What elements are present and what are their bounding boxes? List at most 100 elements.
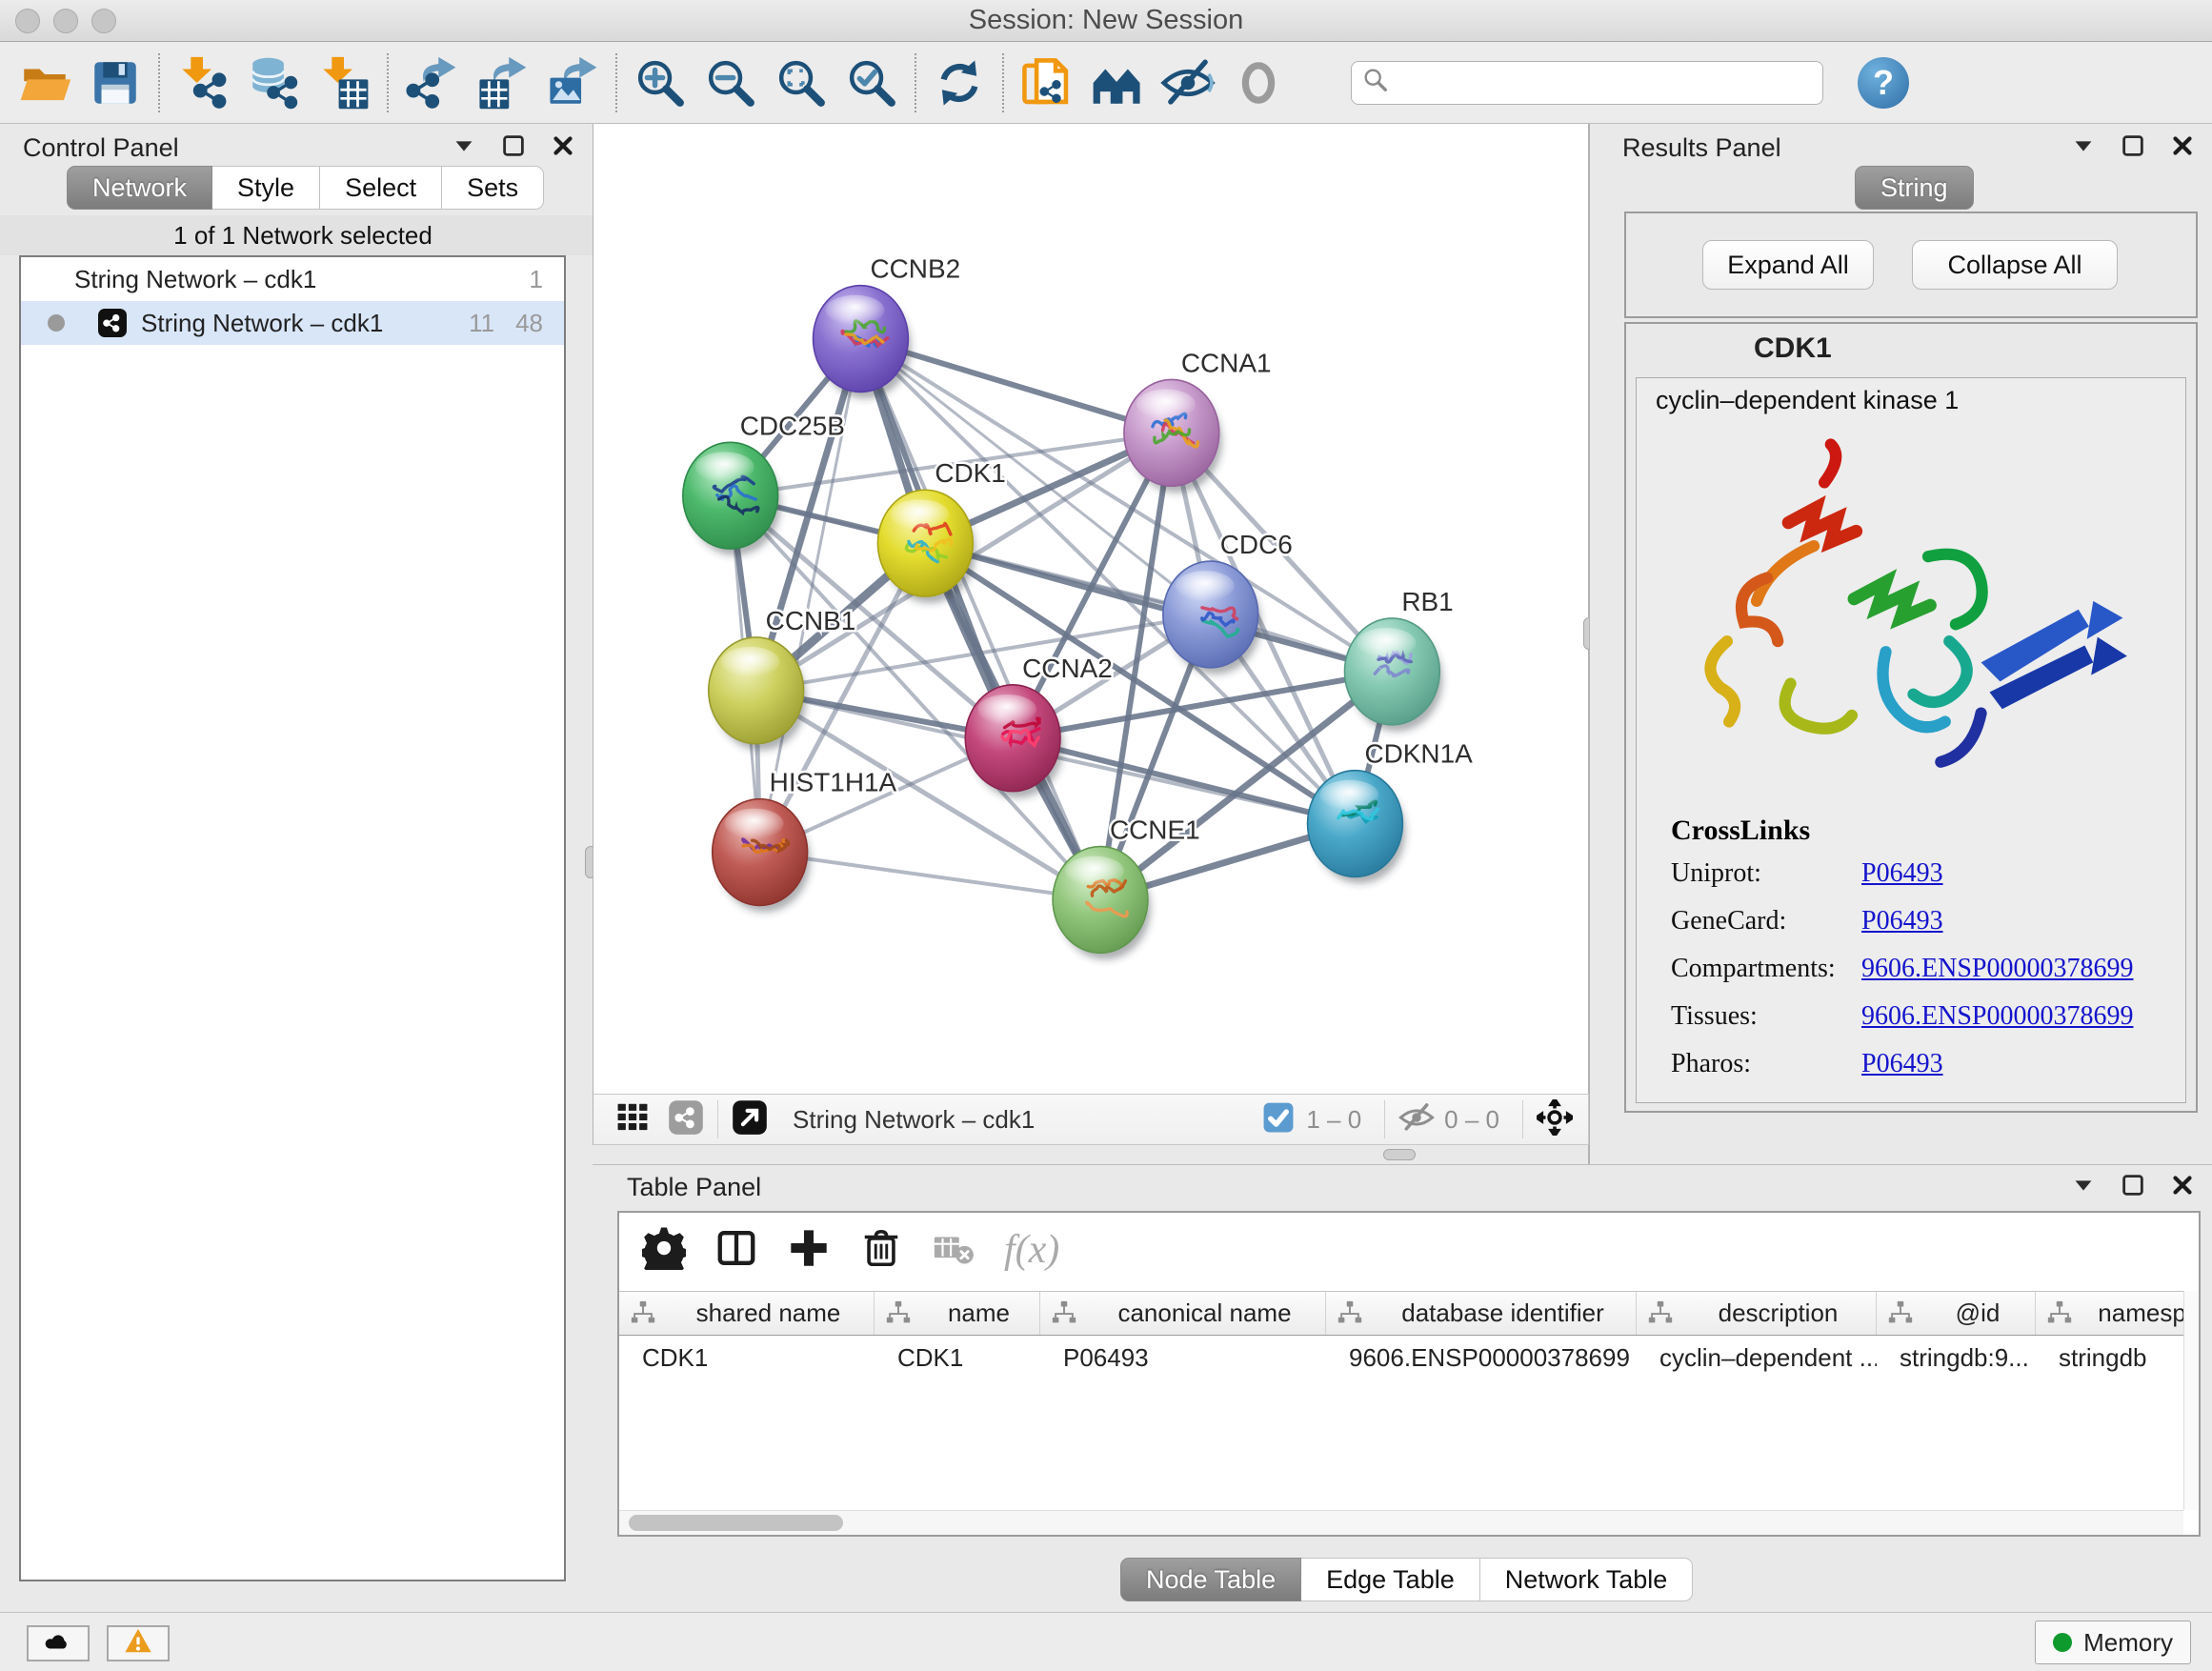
search-box[interactable] <box>1351 61 1823 105</box>
network-node-CDC6[interactable] <box>1163 561 1261 674</box>
table-options-gear-icon[interactable] <box>642 1226 686 1275</box>
cloud-button[interactable] <box>27 1625 90 1661</box>
results-panel-float-icon[interactable] <box>2119 131 2147 165</box>
table-horizontal-scrollbar[interactable] <box>619 1510 2183 1535</box>
zoom-selected-button[interactable] <box>836 51 907 114</box>
warnings-button[interactable] <box>107 1625 170 1661</box>
detach-view-icon[interactable] <box>732 1099 768 1140</box>
zoom-fit-button[interactable] <box>766 51 836 114</box>
crosslink-link[interactable]: P06493 <box>1861 858 1943 889</box>
column-header--id[interactable]: @id <box>1877 1292 2036 1335</box>
table-cell[interactable]: CDK1 <box>875 1343 1040 1373</box>
control-panel-close-icon[interactable] <box>549 131 577 165</box>
open-session-button[interactable] <box>10 51 80 114</box>
copy-views-button[interactable] <box>1012 51 1082 114</box>
selected-count: 1 – 0 <box>1306 1105 1361 1135</box>
results-panel-close-icon[interactable] <box>2168 131 2197 165</box>
table-cell[interactable]: 9606.ENSP00000378699 <box>1326 1343 1637 1373</box>
table-cell[interactable]: cyclin–dependent ... <box>1637 1343 1877 1373</box>
network-canvas[interactable]: CCNB2CCNA1CDC25BCDK1CDC6RB1CCNB1CCNA2CDK… <box>593 124 1589 1094</box>
collapse-all-button[interactable]: Collapse All <box>1912 240 2118 290</box>
results-panel-collapse-icon[interactable] <box>2069 131 2098 165</box>
table-vertical-scrollbar[interactable] <box>2183 1291 2199 1510</box>
table-panel-float-icon[interactable] <box>2119 1171 2147 1204</box>
help-button[interactable]: ? <box>1858 57 1909 109</box>
table-cell[interactable]: stringdb:9... <box>1877 1343 2036 1373</box>
fit-content-icon[interactable] <box>1537 1099 1573 1140</box>
export-network-button[interactable] <box>396 51 467 114</box>
tab-network[interactable]: Network <box>67 166 212 210</box>
export-table-button[interactable] <box>467 51 537 114</box>
hidden-eye-icon[interactable] <box>1398 1099 1435 1140</box>
protein-name: CDK1 <box>1754 332 1832 365</box>
memory-button[interactable]: Memory <box>2035 1621 2191 1664</box>
expand-all-button[interactable]: Expand All <box>1702 240 1874 290</box>
network-node-CCNA2[interactable] <box>965 685 1063 798</box>
control-panel-float-icon[interactable] <box>499 131 528 165</box>
network-node-CDC25B[interactable] <box>683 442 781 555</box>
column-header-database-identifier[interactable]: database identifier <box>1326 1292 1637 1335</box>
hidden-count: 0 – 0 <box>1444 1105 1499 1135</box>
tab-select[interactable]: Select <box>320 166 442 210</box>
table-hscroll-thumb[interactable] <box>629 1515 843 1531</box>
column-header-name[interactable]: name <box>875 1292 1040 1335</box>
tab-edge-table[interactable]: Edge Table <box>1301 1558 1480 1601</box>
zoom-selected-icon <box>844 55 899 111</box>
tab-network-table[interactable]: Network Table <box>1480 1558 1694 1601</box>
save-session-button[interactable] <box>80 51 151 114</box>
crosslink-link[interactable]: P06493 <box>1861 1049 1943 1079</box>
table-cell[interactable]: stringdb <box>2036 1343 2183 1373</box>
tab-style[interactable]: Style <box>212 166 320 210</box>
show-columns-icon[interactable] <box>714 1226 758 1275</box>
node-table[interactable]: shared namenamecanonical namedatabase id… <box>619 1291 2183 1510</box>
crosslink-link[interactable]: 9606.ENSP00000378699 <box>1861 954 2133 984</box>
grid-view-icon[interactable] <box>614 1099 651 1140</box>
network-node-HIST1H1A[interactable] <box>713 799 811 913</box>
import-network-button[interactable] <box>168 51 238 114</box>
import-table-button[interactable] <box>309 51 379 114</box>
import-database-button[interactable] <box>238 51 309 114</box>
column-header-description[interactable]: description <box>1637 1292 1877 1335</box>
control-panel-collapse-icon[interactable] <box>450 131 478 165</box>
add-column-icon[interactable] <box>787 1226 831 1275</box>
network-node-RB1[interactable] <box>1344 618 1442 732</box>
column-header-canonical-name[interactable]: canonical name <box>1040 1292 1326 1335</box>
crosslink-link[interactable]: 9606.ENSP00000378699 <box>1861 1001 2133 1032</box>
crosslink-link[interactable]: P06493 <box>1861 906 1943 936</box>
share-view-icon[interactable] <box>668 1099 704 1140</box>
table-panel-close-icon[interactable] <box>2168 1171 2197 1204</box>
zoom-out-button[interactable] <box>695 51 766 114</box>
network-node-CDKN1A[interactable] <box>1308 771 1406 884</box>
network-edge[interactable] <box>760 853 1100 900</box>
birdseye-button[interactable] <box>1082 51 1153 114</box>
network-node-CCNA1[interactable] <box>1124 379 1222 493</box>
table-cell[interactable]: CDK1 <box>619 1343 875 1373</box>
tab-node-table[interactable]: Node Table <box>1120 1558 1301 1601</box>
network-collection-row[interactable]: String Network – cdk1 1 <box>21 257 564 301</box>
toolbar-separator <box>387 53 389 112</box>
show-details-button[interactable] <box>1223 51 1294 114</box>
bottom-splitter-handle[interactable] <box>1383 1149 1416 1160</box>
search-input[interactable] <box>1390 64 1822 102</box>
hide-details-button[interactable] <box>1153 51 1223 114</box>
refresh-button[interactable] <box>924 51 995 114</box>
network-row[interactable]: String Network – cdk1 11 48 <box>21 301 564 345</box>
column-header-namespace[interactable]: namespace <box>2036 1292 2183 1335</box>
selected-checkbox-icon[interactable] <box>1260 1099 1297 1140</box>
network-edge[interactable] <box>860 339 1100 900</box>
zoom-in-button[interactable] <box>625 51 695 114</box>
zoom-in-icon <box>633 55 688 111</box>
column-header-shared-name[interactable]: shared name <box>619 1292 875 1335</box>
delete-column-icon[interactable] <box>859 1226 903 1275</box>
tab-string[interactable]: String <box>1855 166 1974 210</box>
network-node-CCNE1[interactable] <box>1053 847 1151 960</box>
toolbar-separator <box>1002 53 1004 112</box>
column-label: @id <box>1920 1299 2035 1328</box>
network-node-CCNB1[interactable] <box>709 637 807 751</box>
export-image-button[interactable] <box>537 51 608 114</box>
column-type-icon <box>1646 1299 1675 1328</box>
table-cell[interactable]: P06493 <box>1040 1343 1326 1373</box>
network-node-CDK1[interactable] <box>877 490 975 603</box>
table-panel-collapse-icon[interactable] <box>2069 1171 2098 1204</box>
tab-sets[interactable]: Sets <box>442 166 544 210</box>
